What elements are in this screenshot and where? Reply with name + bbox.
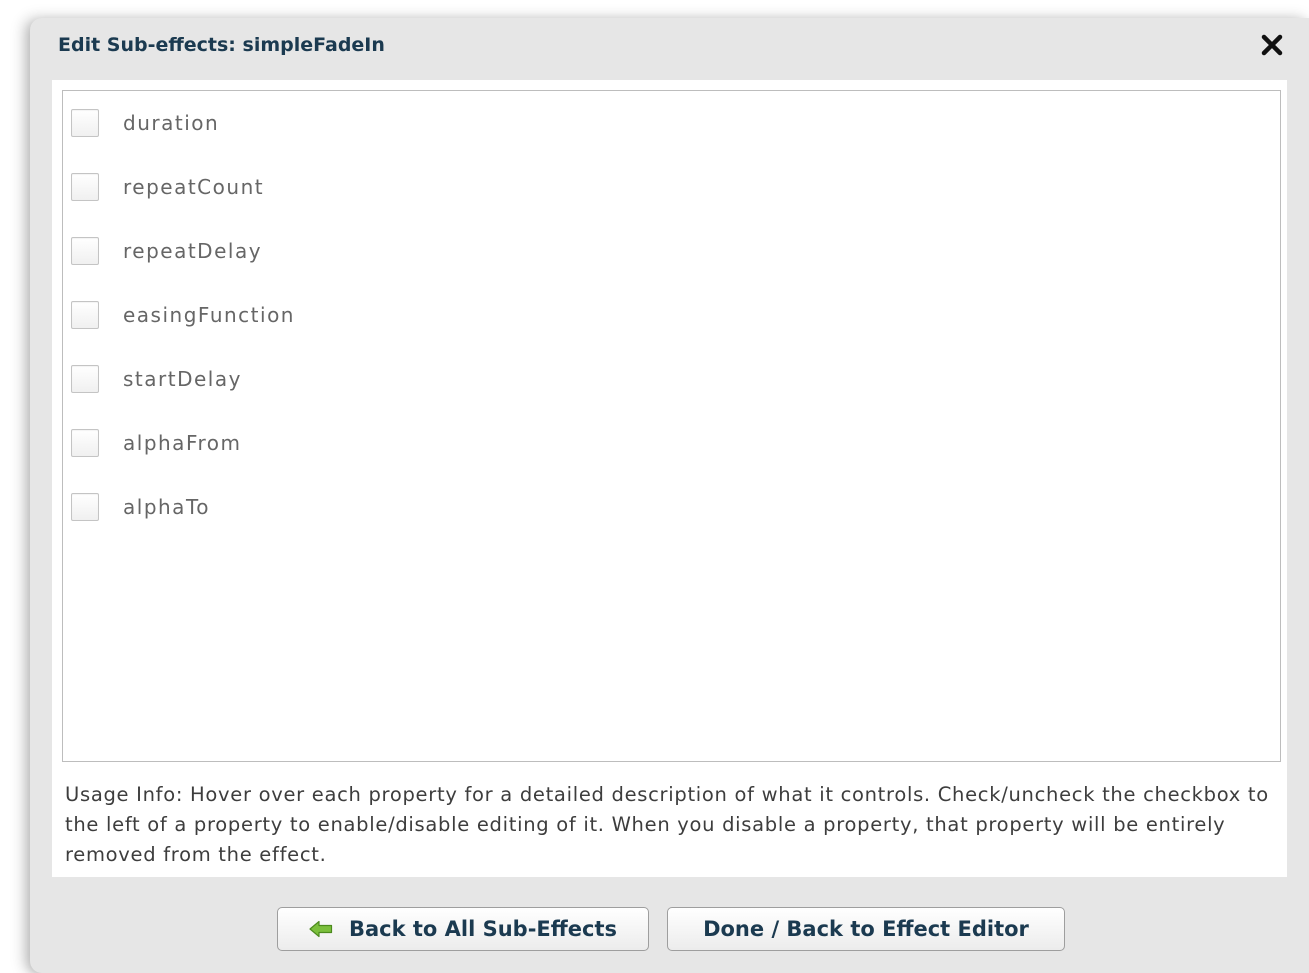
property-label: startDelay <box>123 367 242 391</box>
property-label: easingFunction <box>123 303 295 327</box>
content-panel: duration repeatCount repeatDelay easingF… <box>52 80 1287 877</box>
property-label: alphaTo <box>123 495 210 519</box>
easingfunction-checkbox[interactable] <box>71 301 99 329</box>
property-row-startdelay[interactable]: startDelay <box>71 359 242 399</box>
back-button-label: Back to All Sub-Effects <box>348 917 618 941</box>
left-arrow-icon <box>309 920 333 938</box>
duration-checkbox[interactable] <box>71 109 99 137</box>
close-x-icon <box>1261 34 1283 56</box>
alphato-checkbox[interactable] <box>71 493 99 521</box>
startdelay-checkbox[interactable] <box>71 365 99 393</box>
property-row-easingfunction[interactable]: easingFunction <box>71 295 295 335</box>
property-row-alphafrom[interactable]: alphaFrom <box>71 423 242 463</box>
property-row-repeatcount[interactable]: repeatCount <box>71 167 264 207</box>
repeatdelay-checkbox[interactable] <box>71 237 99 265</box>
property-label: alphaFrom <box>123 431 242 455</box>
repeatcount-checkbox[interactable] <box>71 173 99 201</box>
usage-info-text: Usage Info: Hover over each property for… <box>65 783 1269 866</box>
property-row-alphato[interactable]: alphaTo <box>71 487 210 527</box>
dialog-title: Edit Sub-effects: simpleFadeIn <box>58 34 385 56</box>
close-button[interactable] <box>1257 30 1287 60</box>
property-label: repeatCount <box>123 175 265 199</box>
alphafrom-checkbox[interactable] <box>71 429 99 457</box>
edit-sub-effects-dialog: Edit Sub-effects: simpleFadeIn duration … <box>30 18 1309 973</box>
back-to-all-sub-effects-button[interactable]: Back to All Sub-Effects <box>277 907 649 951</box>
done-button-label: Done / Back to Effect Editor <box>703 917 1029 941</box>
property-label: duration <box>123 111 220 135</box>
property-row-repeatdelay[interactable]: repeatDelay <box>71 231 262 271</box>
done-back-to-effect-editor-button[interactable]: Done / Back to Effect Editor <box>667 907 1065 951</box>
property-label: repeatDelay <box>123 239 263 263</box>
property-row-duration[interactable]: duration <box>71 103 219 143</box>
property-list: duration repeatCount repeatDelay easingF… <box>62 90 1281 762</box>
